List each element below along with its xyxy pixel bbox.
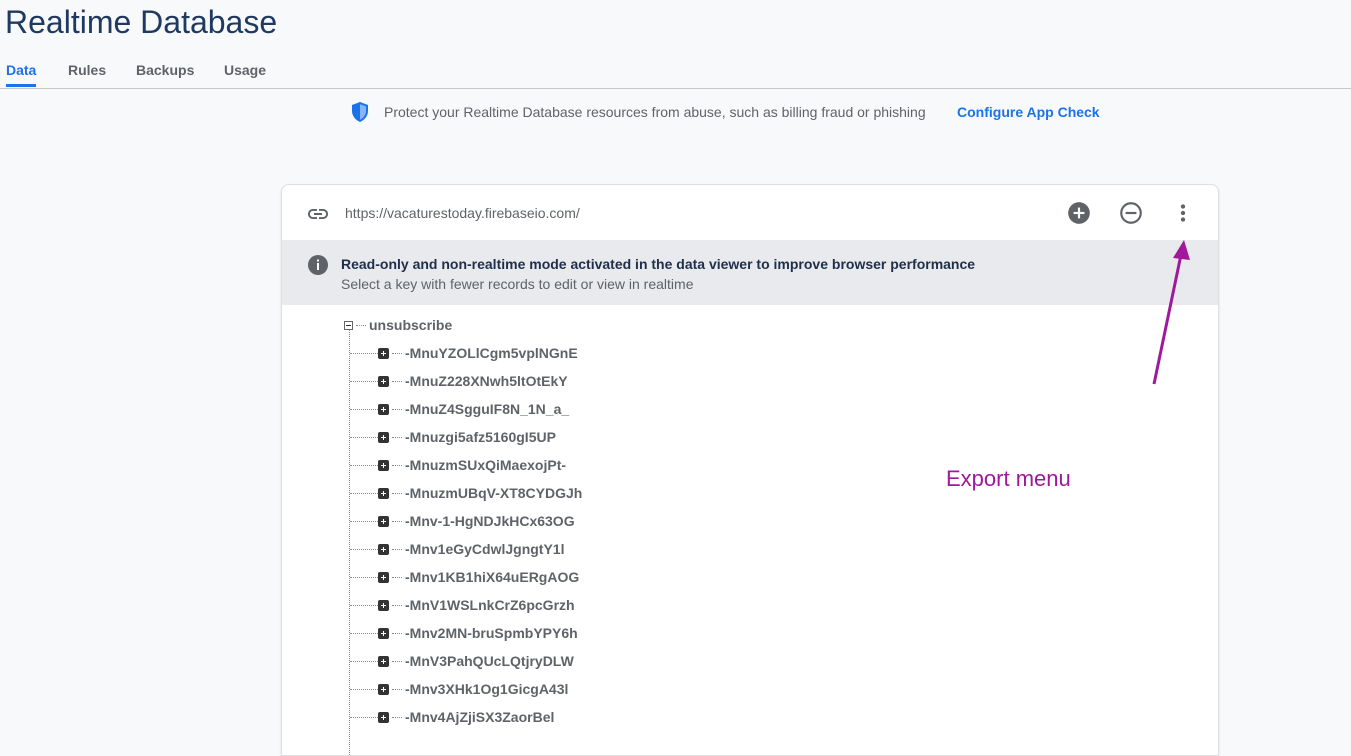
tree-node: -MnuzmSUxQiMaexojPt- <box>378 455 566 475</box>
tree-node-key[interactable]: -Mnv3XHk1Og1GicgA43l <box>405 681 568 697</box>
tree-node: -Mnv4AjZjiSX3ZaorBel <box>378 707 554 727</box>
tree-connector <box>392 520 402 522</box>
tree-connector <box>392 352 402 354</box>
tree-connector <box>350 605 378 606</box>
tree-connector <box>350 381 378 382</box>
tree-connector <box>350 521 378 522</box>
page-title: Realtime Database <box>5 4 278 40</box>
shield-icon <box>352 102 368 122</box>
tree-node: -Mnv3XHk1Og1GicgA43l <box>378 679 568 699</box>
tree-connector <box>392 688 402 690</box>
tree-connector <box>392 408 402 410</box>
tree-node: -Mnuzgi5afz5160gI5UP <box>378 427 556 447</box>
expand-icon[interactable] <box>378 459 389 471</box>
tab-data[interactable]: Data <box>6 62 37 87</box>
notice-title: Read-only and non-realtime mode activate… <box>341 256 976 272</box>
expand-icon[interactable] <box>378 487 389 499</box>
tree-node-key[interactable]: -MnV3PahQUcLQtjryDLW <box>405 653 574 669</box>
tree-node: -MnuZ228XNwh5ltOtEkY <box>378 371 568 391</box>
tree-node: -MnuzmUBqV-XT8CYDGJh <box>378 483 582 503</box>
remove-circle-icon[interactable] <box>1118 200 1144 226</box>
tree-root-key[interactable]: unsubscribe <box>369 317 452 333</box>
tree-node: -Mnv-1-HgNDJkHCx63OG <box>378 511 575 531</box>
tab-backups[interactable]: Backups <box>136 62 194 87</box>
expand-icon[interactable] <box>378 627 389 639</box>
tree-connector <box>392 548 402 550</box>
tree-node: -MnV3PahQUcLQtjryDLW <box>378 651 574 671</box>
url-bar: https://vacaturestoday.firebaseio.com/ <box>282 185 1218 240</box>
tree-node-key[interactable]: -MnuzmSUxQiMaexojPt- <box>405 457 566 473</box>
expand-icon[interactable] <box>378 515 389 527</box>
tree-connector <box>392 492 402 494</box>
tree-connector <box>392 576 402 578</box>
expand-icon[interactable] <box>378 375 389 387</box>
tree-root-node: unsubscribe <box>344 315 452 335</box>
export-menu-annotation: Export menu <box>946 466 1071 491</box>
tree-node-key[interactable]: -MnuZ228XNwh5ltOtEkY <box>405 373 568 389</box>
app-check-banner: Protect your Realtime Database resources… <box>0 100 1351 126</box>
tree-node-key[interactable]: -Mnv4AjZjiSX3ZaorBel <box>405 709 554 725</box>
expand-icon[interactable] <box>378 599 389 611</box>
tree-connector <box>392 632 402 634</box>
expand-icon[interactable] <box>378 543 389 555</box>
expand-icon[interactable] <box>378 347 389 359</box>
info-icon <box>308 255 328 275</box>
add-circle-icon[interactable] <box>1066 200 1092 226</box>
tree-connector <box>392 604 402 606</box>
data-tree: unsubscribe -MnuYZOLlCgm5vplNGnE -MnuZ228… <box>282 305 1218 755</box>
annotation-arrow <box>1152 240 1190 385</box>
tree-connector <box>350 409 378 410</box>
database-url[interactable]: https://vacaturestoday.firebaseio.com/ <box>345 205 580 221</box>
tree-connector <box>350 717 378 718</box>
tree-node: -Mnv1KB1hiX64uERgAOG <box>378 567 579 587</box>
tree-node-key[interactable]: -MnV1WSLnkCrZ6pcGrzh <box>405 597 575 613</box>
tree-connector <box>350 577 378 578</box>
expand-icon[interactable] <box>378 571 389 583</box>
tree-connector <box>350 437 378 438</box>
tree-node: -Mnv1eGyCdwlJgngtY1l <box>378 539 564 559</box>
tree-connector <box>350 465 378 466</box>
tree-connector <box>350 661 378 662</box>
tree-connector <box>392 380 402 382</box>
tree-node-key[interactable]: -MnuzmUBqV-XT8CYDGJh <box>405 485 582 501</box>
tree-connector <box>392 436 402 438</box>
tree-node-key[interactable]: -MnuZ4SgguIF8N_1N_a_ <box>405 401 569 417</box>
tree-node-key[interactable]: -Mnv-1-HgNDJkHCx63OG <box>405 513 575 529</box>
tree-node-key[interactable]: -Mnuzgi5afz5160gI5UP <box>405 429 556 445</box>
notice-subtitle: Select a key with fewer records to edit … <box>341 276 694 292</box>
link-icon <box>308 209 328 219</box>
tree-connector <box>350 353 378 354</box>
data-viewer-card: https://vacaturestoday.firebaseio.com/ R… <box>281 184 1219 756</box>
tree-connector <box>350 493 378 494</box>
tree-node: -MnuYZOLlCgm5vplNGnE <box>378 343 578 363</box>
tree-node-key[interactable]: -Mnv1eGyCdwlJgngtY1l <box>405 541 564 557</box>
expand-icon[interactable] <box>378 431 389 443</box>
tree-connector <box>350 689 378 690</box>
tree-node-key[interactable]: -MnuYZOLlCgm5vplNGnE <box>405 345 578 361</box>
tree-connector <box>392 716 402 718</box>
collapse-icon[interactable] <box>344 320 353 330</box>
more-vertical-icon[interactable] <box>1170 200 1196 226</box>
tree-node: -Mnv2MN-bruSpmbYPY6h <box>378 623 578 643</box>
expand-icon[interactable] <box>378 711 389 723</box>
tab-usage[interactable]: Usage <box>224 62 266 87</box>
tree-node: -MnV1WSLnkCrZ6pcGrzh <box>378 595 575 615</box>
tree-connector <box>350 633 378 634</box>
tree-guide-line <box>349 327 350 755</box>
tree-connector <box>392 660 402 662</box>
banner-message: Protect your Realtime Database resources… <box>384 104 926 120</box>
tree-connector <box>356 324 366 326</box>
tab-rules[interactable]: Rules <box>68 62 106 87</box>
tree-node-key[interactable]: -Mnv2MN-bruSpmbYPY6h <box>405 625 578 641</box>
configure-app-check-link[interactable]: Configure App Check <box>957 104 1100 120</box>
expand-icon[interactable] <box>378 655 389 667</box>
tab-bar: Data Rules Backups Usage <box>0 54 1351 89</box>
expand-icon[interactable] <box>378 403 389 415</box>
tree-node: -MnuZ4SgguIF8N_1N_a_ <box>378 399 569 419</box>
tree-connector <box>350 549 378 550</box>
tree-node-key[interactable]: -Mnv1KB1hiX64uERgAOG <box>405 569 579 585</box>
expand-icon[interactable] <box>378 683 389 695</box>
tree-connector <box>392 464 402 466</box>
read-only-notice: Read-only and non-realtime mode activate… <box>282 240 1218 305</box>
